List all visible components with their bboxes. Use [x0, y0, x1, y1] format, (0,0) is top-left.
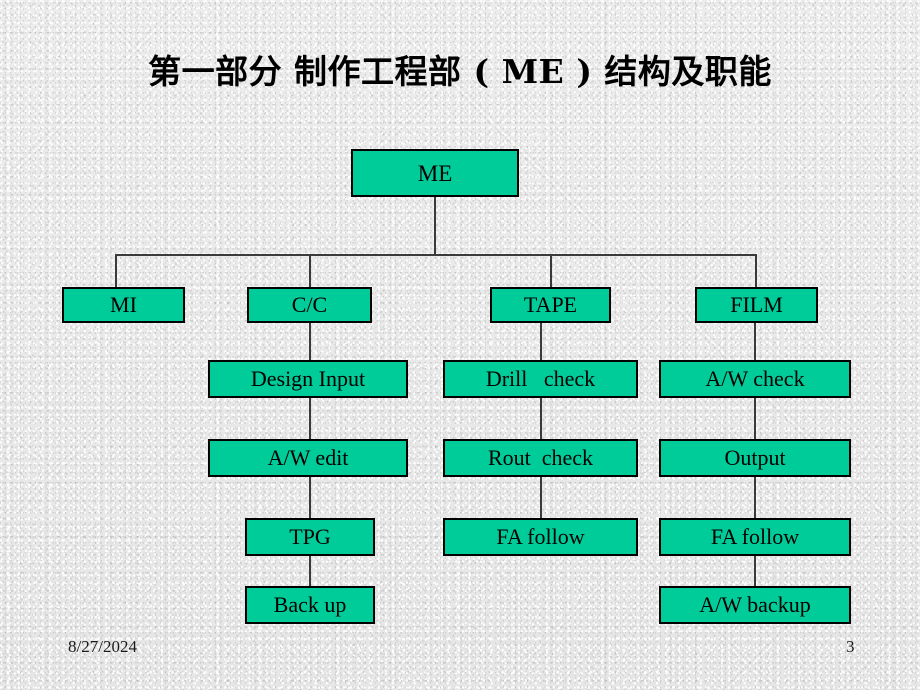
node-tpg[interactable]: TPG	[245, 518, 375, 556]
connector-bus-to-mi	[115, 254, 117, 288]
node-output[interactable]: Output	[659, 439, 851, 477]
footer-page-number: 3	[846, 637, 855, 656]
connector-awedit-tpg	[309, 476, 311, 519]
connector-film-awcheck	[754, 322, 756, 361]
node-fa-follow-film[interactable]: FA follow	[659, 518, 851, 556]
node-me[interactable]: ME	[351, 149, 519, 197]
connector-fafollow-awbackup	[754, 555, 756, 587]
node-rout-check[interactable]: Rout check	[443, 439, 638, 477]
connector-bus-to-tape	[550, 254, 552, 288]
connector-design-awedit	[309, 397, 311, 440]
node-drill-check[interactable]: Drill check	[443, 360, 638, 398]
connector-tpg-backup	[309, 555, 311, 587]
connector-me-stem	[434, 197, 436, 255]
node-aw-backup[interactable]: A/W backup	[659, 586, 851, 624]
connector-output-fafollow	[754, 476, 756, 519]
node-fa-follow-tape[interactable]: FA follow	[443, 518, 638, 556]
node-tape[interactable]: TAPE	[490, 287, 611, 323]
connector-drill-rout	[540, 397, 542, 440]
connector-level1-bus	[115, 254, 756, 256]
connector-rout-fafollow	[540, 476, 542, 519]
connector-tape-drill	[540, 322, 542, 361]
node-aw-check[interactable]: A/W check	[659, 360, 851, 398]
slide-title: 第一部分 制作工程部 ( ME ) 结构及职能	[148, 52, 772, 91]
connector-cc-design	[309, 322, 311, 361]
footer-date: 8/27/2024	[68, 637, 137, 656]
node-film[interactable]: FILM	[695, 287, 818, 323]
slide-canvas: 第一部分 制作工程部 ( ME ) 结构及职能 ME MI C/C TAPE F…	[0, 0, 920, 690]
node-back-up[interactable]: Back up	[245, 586, 375, 624]
node-aw-edit[interactable]: A/W edit	[208, 439, 408, 477]
node-mi[interactable]: MI	[62, 287, 185, 323]
node-cc[interactable]: C/C	[247, 287, 372, 323]
node-design-input[interactable]: Design Input	[208, 360, 408, 398]
connector-awcheck-output	[754, 397, 756, 440]
connector-bus-to-cc	[309, 254, 311, 288]
connector-bus-to-film	[755, 254, 757, 288]
